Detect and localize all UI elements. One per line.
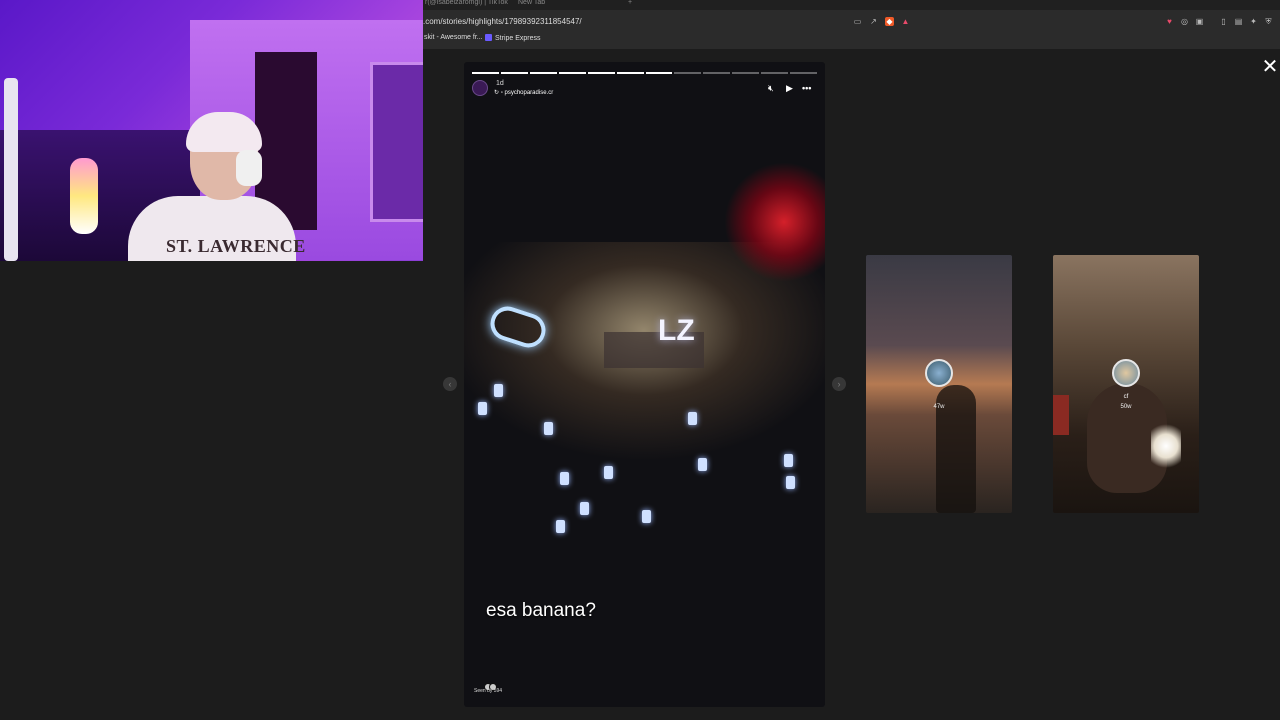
phone-screen [698,458,707,471]
progress-segment [616,72,644,74]
url-text[interactable]: .com/stories/highlights/1798939231185454… [423,17,582,26]
stripe-icon [485,34,492,41]
tab-new[interactable]: New Tab [518,0,545,10]
brave-rewards-icon[interactable]: ▲ [901,17,910,26]
extension-icon-1[interactable]: ♥ [1165,17,1174,26]
wallet-icon[interactable]: ▤ [1234,17,1243,26]
progress-segment [558,72,586,74]
previous-story-icon[interactable]: ‹ [443,377,457,391]
progress-segment [472,72,499,74]
story-caption: esa banana? [486,600,596,621]
extension-icon-3[interactable]: ▣ [1195,17,1204,26]
progress-segment [587,72,615,74]
vpn-shield-icon[interactable]: ⛨ [1264,17,1273,26]
extensions-puzzle-icon[interactable]: ✦ [1249,17,1258,26]
story-preview-2[interactable]: cf 50w [1053,255,1199,513]
phone-screen [544,422,553,435]
progress-segment [732,72,760,74]
phone-screen [786,476,795,489]
brave-shield-icon[interactable]: ◆ [885,17,894,26]
phone-screen [556,520,565,533]
extension-icon-2[interactable]: ◎ [1180,17,1189,26]
progress-segment [761,72,789,74]
mute-icon[interactable]: 🔇︎ [768,83,774,93]
story-preview-1[interactable]: 47w [866,255,1012,513]
bookmark-label: Stripe Express [495,35,541,42]
next-story-icon[interactable]: › [832,377,846,391]
avatar [925,359,953,387]
phone-screen [560,472,569,485]
stage-logo-right: LZ [658,314,695,347]
microphone [70,158,98,234]
bookmark-item[interactable]: Stripe Express [485,34,541,42]
progress-segment [790,72,818,74]
browser-chrome: r(@isabelzaromgi) | TikTok New Tab + .co… [423,0,1280,49]
story-time: 1d [496,80,504,87]
close-icon[interactable]: ✕ [1260,57,1280,78]
play-icon[interactable]: ▶ [786,83,793,93]
tab-tiktok[interactable]: r(@isabelzaromgi) | TikTok [425,0,508,10]
preview-time: 50w [1120,404,1132,410]
story-progress-bar [472,72,818,74]
sidebar-icon[interactable]: ▯ [1219,17,1228,26]
story-username[interactable]: ↻ ▫ psychoparadise.cr [494,89,553,96]
story-header: 1d ↻ ▫ psychoparadise.cr 🔇︎ ▶ ••• [472,80,817,100]
seen-avatars[interactable] [484,678,502,691]
phone-screen [688,412,697,425]
tab-strip: r(@isabelzaromgi) | TikTok New Tab + [423,0,1280,10]
avatar[interactable] [472,80,488,96]
phone-screen [494,384,503,397]
phone-screen [784,454,793,467]
progress-segment [645,72,673,74]
bookmark-item[interactable]: skit - Awesome fr... [424,34,483,41]
avatar [1112,359,1140,387]
red-light [1053,395,1069,435]
story-viewer[interactable]: LZ 1d ↻ ▫ psychoparadise.cr 🔇︎ ▶ ••• esa… [464,62,825,707]
progress-segment [500,72,528,74]
room-mirror [370,62,423,222]
phone-screen [642,510,651,523]
more-icon[interactable]: ••• [802,83,811,93]
seen-by-text[interactable]: Seen by 594 [474,688,502,694]
shirt-text: ST. LAWRENCE [166,236,306,256]
address-bar[interactable]: .com/stories/highlights/1798939231185454… [423,13,1280,30]
cast-icon[interactable]: ▭ [853,17,862,26]
phone-screen [478,402,487,415]
mic-stand [4,78,18,261]
share-icon[interactable]: ↗ [869,17,878,26]
new-tab-plus-icon[interactable]: + [628,0,632,10]
webcam-overlay: ST. LAWRENCE [0,0,423,261]
phone-flash [1151,421,1181,471]
bookmarks-bar: skit - Awesome fr... Stripe Express [423,31,1280,46]
progress-segment [674,72,702,74]
progress-segment [529,72,557,74]
preview-time: 47w [933,404,945,410]
username-text: psychoparadise.cr [504,90,554,96]
preview-name: cf [1123,394,1129,400]
phone-screen [580,502,589,515]
phone-screen [604,466,613,479]
headphones [236,150,262,186]
progress-segment [703,72,731,74]
